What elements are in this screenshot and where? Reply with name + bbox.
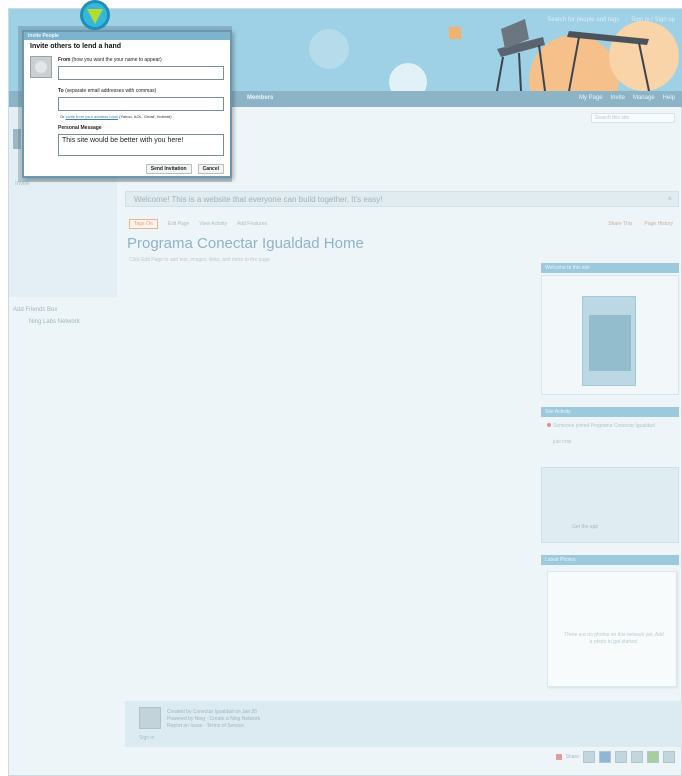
- device-image: [582, 296, 636, 386]
- dialog-titlebar[interactable]: Invite People: [24, 32, 230, 40]
- page-description: Click Edit Page to add text, images, lin…: [129, 257, 272, 263]
- avatar: [30, 56, 52, 78]
- from-label: From: [58, 57, 71, 63]
- photos-empty-text: There are no photos on this network yet.…: [564, 632, 664, 645]
- nav-right-items: My Page Invite Manage Help: [579, 95, 675, 101]
- nav-item-help[interactable]: Help: [663, 95, 675, 101]
- left-link-add-friends[interactable]: Add Friends Box: [13, 307, 57, 313]
- welcome-bar: Welcome! This is a website that everyone…: [125, 191, 679, 207]
- from-hint: (how you want the your name to appear): [71, 57, 162, 63]
- facebook-icon[interactable]: [599, 751, 611, 763]
- footer-line-1: Created by Conectar Igualdad on Jan 26: [167, 709, 258, 715]
- dialog-heading: Invite others to lend a hand: [30, 43, 122, 50]
- close-icon[interactable]: ×: [667, 194, 672, 203]
- invite-dialog: Invite People Invite others to lend a ha…: [22, 30, 232, 178]
- widget-photos-header[interactable]: Latest Photos: [541, 555, 679, 565]
- to-email-input[interactable]: [58, 97, 224, 111]
- top-link-search[interactable]: Search for people and tags: [547, 17, 619, 23]
- banner-decor-circle: [309, 29, 349, 69]
- share-dot-icon: [555, 754, 562, 760]
- to-label: To: [58, 88, 64, 94]
- site-search-input[interactable]: Search this site: [591, 113, 675, 123]
- footer-signin-link[interactable]: Sign in: [139, 735, 154, 741]
- footer-line-3[interactable]: Report an Issue · Terms of Service: [167, 723, 260, 730]
- share-label[interactable]: Share: [566, 754, 579, 760]
- top-link-signin[interactable]: Sign in / Sign up: [631, 17, 675, 23]
- footer-line-2[interactable]: Powered by Ning · Create a Ning Network: [167, 716, 260, 723]
- alert-dot-icon: [547, 423, 551, 427]
- cancel-button[interactable]: Cancel: [197, 164, 224, 174]
- twitter-icon[interactable]: [615, 751, 627, 763]
- page-title: Programa Conectar Igualdad Home: [127, 235, 364, 252]
- widget-welcome-header[interactable]: Welcome to this site: [541, 263, 679, 273]
- banner-decor-circle: [389, 63, 427, 91]
- device-screen: [589, 315, 631, 371]
- more-icon[interactable]: [663, 751, 675, 763]
- pointer-marker-icon: [80, 0, 110, 30]
- personal-message-textarea[interactable]: This site would be better with you here!: [58, 134, 224, 156]
- to-label-row: To (separate email addresses with commas…: [58, 88, 156, 94]
- to-hint: (separate email addresses with commas): [65, 88, 157, 94]
- activity-text[interactable]: Someone joined Programa Conectar Igualda…: [553, 423, 655, 429]
- message-label: Personal Message: [58, 125, 102, 131]
- edit-page-link[interactable]: Edit Page: [168, 221, 190, 227]
- from-name-input[interactable]: [58, 66, 224, 80]
- widget-welcome-body: [541, 275, 679, 395]
- dialog-buttons: Send Invitation Cancel: [145, 164, 224, 174]
- helper-prefix: Or: [60, 114, 65, 119]
- widget-activity-header[interactable]: Site Activity: [541, 407, 679, 417]
- email-icon[interactable]: [583, 751, 595, 763]
- avatar: [139, 707, 161, 729]
- app-promo-box: Get the app: [541, 467, 679, 543]
- nav-item-invite[interactable]: Invite: [611, 95, 625, 101]
- activity-item: Someone joined Programa Conectar Igualda…: [547, 423, 655, 429]
- welcome-text: Welcome! This is a website that everyone…: [134, 195, 383, 204]
- page-right-actions: Share This Page History: [608, 221, 673, 227]
- left-link-ning-labs[interactable]: Ning Labs Network: [29, 319, 80, 325]
- app-promo-text[interactable]: Get the app: [572, 524, 598, 530]
- activity-time: just now: [553, 439, 572, 445]
- page-history-link[interactable]: Page History: [644, 221, 673, 227]
- share-this-link[interactable]: Share This: [608, 221, 632, 227]
- share-bar: Share: [555, 751, 675, 763]
- nav-item-my-page[interactable]: My Page: [579, 95, 603, 101]
- nav-members[interactable]: Members: [247, 95, 273, 101]
- top-links: Search for people and tags Sign in / Sig…: [547, 17, 675, 23]
- footer-strip: Created by Conectar Igualdad on Jan 26 P…: [125, 701, 682, 747]
- nav-item-manage[interactable]: Manage: [633, 95, 655, 101]
- send-invitation-button[interactable]: Send Invitation: [145, 164, 192, 174]
- helper-suffix: (Yahoo, AOL, Gmail, Hotmail): [119, 114, 172, 119]
- myspace-icon[interactable]: [631, 751, 643, 763]
- banner-decor-square: [449, 27, 461, 39]
- page-sub-actions: Tags On Edit Page View Activity Add Feat…: [129, 219, 267, 229]
- add-features-link[interactable]: Add Features: [237, 221, 267, 227]
- view-activity-link[interactable]: View Activity: [199, 221, 227, 227]
- address-book-link[interactable]: invite from your address book: [66, 114, 118, 119]
- from-label-row: From (how you want the your name to appe…: [58, 57, 162, 63]
- tags-button[interactable]: Tags On: [129, 219, 158, 229]
- footer-lines: Created by Conectar Igualdad on Jan 26 P…: [167, 709, 260, 730]
- address-book-helper: Or invite from your address book (Yahoo,…: [60, 114, 172, 119]
- widget-photos-body: There are no photos on this network yet.…: [547, 571, 677, 687]
- bookmark-icon[interactable]: [647, 751, 659, 763]
